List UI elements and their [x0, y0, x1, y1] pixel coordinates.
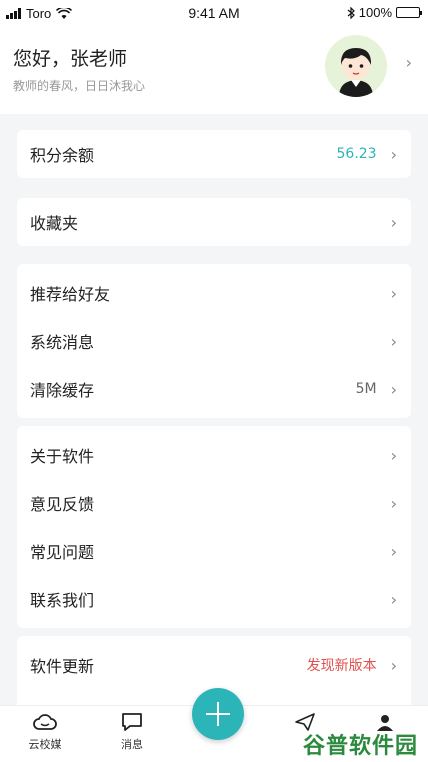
software-update-label: 软件更新 — [30, 657, 95, 676]
system-messages-row[interactable]: 系统消息 › — [17, 317, 411, 365]
favorites-row[interactable]: 收藏夹 › — [17, 198, 411, 246]
chevron-right-icon: › — [390, 331, 397, 351]
feedback-row[interactable]: 意见反馈 › — [17, 479, 411, 527]
faq-row[interactable]: 常见问题 › — [17, 527, 411, 575]
status-bar: Toro 9:41 AM 100% — [0, 0, 428, 26]
chevron-right-icon: › — [390, 589, 397, 609]
cache-size-value: 5M — [355, 381, 377, 397]
about-software-label: 关于软件 — [30, 447, 95, 466]
bluetooth-icon — [347, 6, 355, 19]
about-software-row[interactable]: 关于软件 › — [17, 431, 411, 479]
favorites-label: 收藏夹 — [30, 214, 79, 233]
points-card: 积分余额 56.23 › — [17, 130, 411, 178]
new-version-badge: 发现新版本 — [306, 658, 377, 674]
clear-cache-label: 清除缓存 — [30, 381, 95, 400]
faq-label: 常见问题 — [30, 543, 95, 562]
chevron-right-icon: › — [390, 212, 397, 232]
tab-campus[interactable]: 云校媒 — [15, 712, 75, 752]
profile-chevron-icon: › — [405, 53, 412, 72]
system-messages-label: 系统消息 — [30, 333, 95, 352]
points-row[interactable]: 积分余额 56.23 › — [17, 130, 411, 178]
contact-us-row[interactable]: 联系我们 › — [17, 575, 411, 623]
add-button[interactable] — [192, 688, 244, 740]
profile-header[interactable]: 您好，张老师 教师的春风，日日沐我心 › — [0, 26, 428, 114]
cloud-icon — [33, 714, 57, 730]
favorites-card: 收藏夹 › — [17, 198, 411, 246]
recommend-row[interactable]: 推荐给好友 › — [17, 269, 411, 317]
greeting-text: 您好，张老师 — [13, 48, 128, 70]
chevron-right-icon: › — [390, 541, 397, 561]
teacher-avatar-icon — [325, 35, 387, 97]
avatar[interactable] — [325, 35, 387, 97]
settings-card: 推荐给好友 › 系统消息 › 清除缓存 5M › — [17, 264, 411, 418]
chevron-right-icon: › — [390, 144, 397, 164]
about-card: 关于软件 › 意见反馈 › 常见问题 › 联系我们 › — [17, 426, 411, 628]
software-update-row[interactable]: 软件更新 发现新版本 › — [17, 641, 411, 689]
chevron-right-icon: › — [390, 493, 397, 513]
contact-us-label: 联系我们 — [30, 591, 95, 610]
battery-icon — [396, 7, 422, 18]
points-label: 积分余额 — [30, 146, 95, 165]
chevron-right-icon: › — [390, 283, 397, 303]
status-right: 100% — [347, 5, 422, 20]
chevron-right-icon: › — [390, 379, 397, 399]
chevron-right-icon: › — [390, 655, 397, 675]
feedback-label: 意见反馈 — [30, 495, 95, 514]
chevron-right-icon: › — [390, 445, 397, 465]
battery-percent: 100% — [358, 5, 392, 20]
watermark-logo: 谷普软件园 — [302, 734, 418, 759]
recommend-label: 推荐给好友 — [30, 285, 111, 304]
tab-messages[interactable]: 消息 — [102, 712, 162, 752]
points-value: 56.23 — [336, 146, 377, 162]
tab-messages-label: 消息 — [121, 738, 143, 751]
tab-campus-label: 云校媒 — [28, 738, 62, 751]
clear-cache-row[interactable]: 清除缓存 5M › — [17, 365, 411, 413]
chat-bubble-icon — [122, 713, 142, 731]
motto-text: 教师的春风，日日沐我心 — [13, 79, 146, 93]
